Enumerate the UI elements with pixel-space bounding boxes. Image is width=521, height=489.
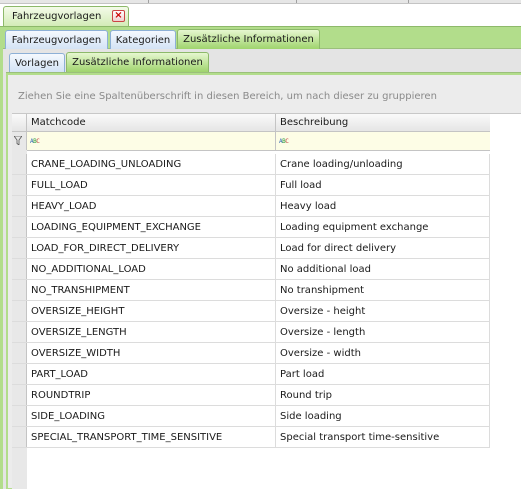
table-row[interactable]: FULL_LOAD Full load [12, 175, 490, 196]
table-row[interactable]: OVERSIZE_HEIGHT Oversize - height [12, 301, 490, 322]
group-by-hint[interactable]: Ziehen Sie eine Spaltenüberschrift in di… [18, 91, 437, 102]
header-indicator [12, 114, 27, 131]
cell-beschreibung[interactable]: Heavy load [276, 196, 490, 216]
cell-matchcode[interactable]: OVERSIZE_LENGTH [27, 322, 276, 342]
cell-beschreibung[interactable]: Side loading [276, 406, 490, 426]
table-row[interactable]: OVERSIZE_WIDTH Oversize - width [12, 343, 490, 364]
cell-beschreibung[interactable]: No additional load [276, 259, 490, 279]
data-grid: Matchcode Beschreibung ABC ABC CRANE_LOA… [12, 113, 521, 489]
row-indicator[interactable] [12, 427, 27, 447]
table-row[interactable]: NO_ADDITIONAL_LOAD No additional load [12, 259, 490, 280]
top-strip [0, 0, 521, 4]
cell-beschreibung[interactable]: No transhipment [276, 280, 490, 300]
table-row[interactable]: OVERSIZE_LENGTH Oversize - length [12, 322, 490, 343]
abc-filter-icon: ABC [279, 137, 289, 145]
grid-empty-area [490, 114, 521, 489]
abc-filter-icon: ABC [30, 137, 40, 145]
filter-cell-matchcode[interactable]: ABC [27, 132, 276, 150]
strip-separator [148, 0, 149, 3]
cell-matchcode[interactable]: SPECIAL_TRANSPORT_TIME_SENSITIVE [27, 427, 276, 447]
row-indicator[interactable] [12, 154, 27, 174]
cell-beschreibung[interactable]: Oversize - length [276, 322, 490, 342]
table-row[interactable]: ROUNDTRIP Round trip [12, 385, 490, 406]
row-indicator[interactable] [12, 343, 27, 363]
filter-cell-beschreibung[interactable]: ABC [276, 132, 490, 150]
filter-row: ABC ABC [12, 132, 490, 151]
tab-fahrzeugvorlagen[interactable]: Fahrzeugvorlagen [5, 30, 108, 49]
header-row: Matchcode Beschreibung [12, 114, 521, 132]
cell-matchcode[interactable]: LOAD_FOR_DIRECT_DELIVERY [27, 238, 276, 258]
cell-beschreibung[interactable]: Crane loading/unloading [276, 154, 490, 174]
table-row[interactable]: PART_LOAD Part load [12, 364, 490, 385]
row-indicator[interactable] [12, 196, 27, 216]
column-header-label: Beschreibung [280, 117, 349, 128]
cell-beschreibung[interactable]: Part load [276, 364, 490, 384]
tab-label: Zusätzliche Informationen [183, 34, 314, 45]
funnel-icon [14, 136, 22, 145]
row-indicator[interactable] [12, 406, 27, 426]
cell-matchcode[interactable]: OVERSIZE_HEIGHT [27, 301, 276, 321]
tab-label: Kategorien [115, 34, 171, 46]
tab-label: Zusätzliche Informationen [72, 57, 203, 68]
table-row[interactable]: HEAVY_LOAD Heavy load [12, 196, 490, 217]
row-indicator[interactable] [12, 280, 27, 300]
cell-matchcode[interactable]: OVERSIZE_WIDTH [27, 343, 276, 363]
row-indicator[interactable] [12, 217, 27, 237]
tab-label: Vorlagen [14, 57, 60, 69]
strip-separator [296, 0, 297, 3]
tab-kategorien[interactable]: Kategorien [110, 30, 176, 49]
cell-matchcode[interactable]: NO_ADDITIONAL_LOAD [27, 259, 276, 279]
cell-matchcode[interactable]: CRANE_LOADING_UNLOADING [27, 154, 276, 174]
table-row[interactable]: SIDE_LOADING Side loading [12, 406, 490, 427]
tab-vorlagen[interactable]: Vorlagen [9, 53, 65, 72]
cell-beschreibung[interactable]: Full load [276, 175, 490, 195]
cell-beschreibung[interactable]: Special transport time-sensitive [276, 427, 490, 447]
column-header-beschreibung[interactable]: Beschreibung [276, 114, 478, 131]
table-row[interactable]: NO_TRANSHIPMENT No transhipment [12, 280, 490, 301]
tab-zusaetzliche-informationen[interactable]: Zusätzliche Informationen [177, 29, 320, 49]
cell-beschreibung[interactable]: Load for direct delivery [276, 238, 490, 258]
row-indicator[interactable] [12, 322, 27, 342]
tab-zusaetzliche-informationen-sub[interactable]: Zusätzliche Informationen [66, 52, 209, 72]
cell-beschreibung[interactable]: Oversize - height [276, 301, 490, 321]
cell-matchcode[interactable]: PART_LOAD [27, 364, 276, 384]
row-indicator[interactable] [12, 301, 27, 321]
cell-matchcode[interactable]: NO_TRANSHIPMENT [27, 280, 276, 300]
table-row[interactable]: LOADING_EQUIPMENT_EXCHANGE Loading equipm… [12, 217, 490, 238]
cell-beschreibung[interactable]: Round trip [276, 385, 490, 405]
tab-label: Fahrzeugvorlagen [11, 34, 102, 46]
cell-beschreibung[interactable]: Loading equipment exchange [276, 217, 490, 237]
cell-matchcode[interactable]: FULL_LOAD [27, 175, 276, 195]
cell-matchcode[interactable]: SIDE_LOADING [27, 406, 276, 426]
cell-matchcode[interactable]: ROUNDTRIP [27, 385, 276, 405]
cell-matchcode[interactable]: HEAVY_LOAD [27, 196, 276, 216]
strip-separator [408, 0, 409, 3]
cell-matchcode[interactable]: LOADING_EQUIPMENT_EXCHANGE [27, 217, 276, 237]
document-tab[interactable]: Fahrzeugvorlagen × [3, 6, 129, 26]
column-header-label: Matchcode [31, 117, 86, 128]
filter-indicator[interactable] [12, 132, 27, 150]
row-indicator[interactable] [12, 238, 27, 258]
row-indicator[interactable] [12, 385, 27, 405]
row-indicator[interactable] [12, 175, 27, 195]
table-row[interactable]: SPECIAL_TRANSPORT_TIME_SENSITIVE Special … [12, 427, 490, 448]
table-row[interactable]: CRANE_LOADING_UNLOADING Crane loading/unl… [12, 154, 490, 175]
table-row[interactable]: LOAD_FOR_DIRECT_DELIVERY Load for direct … [12, 238, 490, 259]
close-icon[interactable]: × [112, 10, 125, 22]
row-indicator[interactable] [12, 364, 27, 384]
column-header-matchcode[interactable]: Matchcode [27, 114, 276, 131]
document-tab-label: Fahrzeugvorlagen [12, 11, 102, 22]
cell-beschreibung[interactable]: Oversize - width [276, 343, 490, 363]
row-indicator[interactable] [12, 259, 27, 279]
